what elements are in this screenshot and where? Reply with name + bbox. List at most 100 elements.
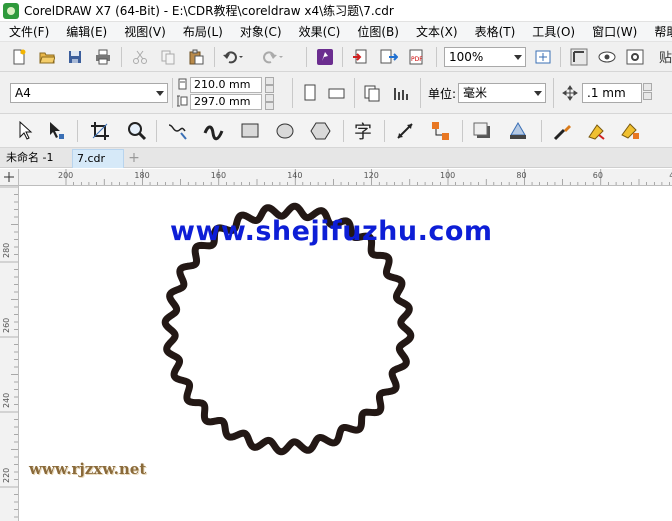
zoom-to-page-icon[interactable] bbox=[532, 46, 554, 68]
toolbar-separator bbox=[560, 47, 561, 67]
horizontal-ruler[interactable]: 200180160140120100806040 bbox=[19, 169, 672, 186]
chevron-down-icon[interactable] bbox=[514, 55, 522, 60]
drawing-canvas[interactable]: www.shejifuzhu.com www.rjzxw.net bbox=[20, 187, 672, 521]
menu-layout[interactable]: 布局(L) bbox=[174, 22, 231, 42]
menu-object[interactable]: 对象(C) bbox=[231, 22, 290, 42]
save-icon[interactable] bbox=[64, 46, 86, 68]
toolbar-separator bbox=[214, 47, 215, 67]
page-height-icon bbox=[176, 95, 188, 107]
view-eye-icon[interactable] bbox=[596, 46, 618, 68]
ruler-label: 100 bbox=[440, 171, 455, 180]
text-tool-icon[interactable]: 字 bbox=[353, 120, 375, 142]
zoom-level-combo[interactable]: 100% bbox=[444, 47, 526, 67]
watermark-text: www.shejifuzhu.com bbox=[170, 216, 493, 247]
add-tab-icon[interactable]: + bbox=[126, 149, 142, 168]
toolbar-separator bbox=[553, 78, 554, 108]
width-spin-down[interactable] bbox=[265, 85, 274, 93]
new-document-icon[interactable] bbox=[8, 46, 30, 68]
ruler-origin[interactable] bbox=[0, 169, 19, 186]
page-width-icon bbox=[178, 78, 188, 90]
smart-fill-tool-icon[interactable] bbox=[620, 120, 642, 142]
menu-bar: 文件(F) 编辑(E) 视图(V) 布局(L) 对象(C) 效果(C) 位图(B… bbox=[0, 22, 672, 42]
all-pages-icon[interactable] bbox=[361, 82, 383, 104]
toolbar-separator bbox=[541, 120, 542, 142]
interactive-fill-tool-icon[interactable] bbox=[586, 120, 608, 142]
menu-edit[interactable]: 编辑(E) bbox=[57, 22, 115, 42]
paste-icon[interactable] bbox=[185, 46, 207, 68]
crop-tool-icon[interactable] bbox=[89, 120, 111, 142]
nudge-distance-input[interactable]: .1 mm bbox=[582, 83, 642, 103]
snap-to-icon[interactable] bbox=[568, 46, 590, 68]
menu-tools[interactable]: 工具(O) bbox=[523, 22, 583, 42]
transparency-tool-icon[interactable] bbox=[507, 120, 529, 142]
undo-icon[interactable] bbox=[222, 46, 244, 68]
chevron-down-icon[interactable] bbox=[156, 91, 164, 96]
svg-text:PDF: PDF bbox=[411, 56, 423, 63]
toolbar-separator bbox=[121, 47, 122, 67]
page-size-combo[interactable]: A4 bbox=[10, 83, 168, 103]
nudge-distance-value: .1 mm bbox=[587, 86, 626, 100]
height-spin-up[interactable] bbox=[265, 94, 274, 102]
export-icon[interactable] bbox=[378, 46, 400, 68]
import-icon[interactable] bbox=[350, 46, 372, 68]
menu-text[interactable]: 文本(X) bbox=[407, 22, 466, 42]
ruler-label: 80 bbox=[516, 171, 526, 180]
document-tab-bar: 未命名 -1 7.cdr + bbox=[0, 148, 672, 168]
open-folder-icon[interactable] bbox=[36, 46, 58, 68]
coreldraw-app-icon bbox=[3, 2, 19, 19]
shape-tool-icon[interactable] bbox=[46, 120, 68, 142]
nudge-spin-up[interactable] bbox=[643, 83, 652, 91]
dimension-tool-icon[interactable] bbox=[395, 120, 417, 142]
height-spin-down[interactable] bbox=[265, 102, 274, 110]
freehand-tool-icon[interactable] bbox=[167, 120, 189, 142]
ruler-label: 120 bbox=[364, 171, 379, 180]
search-content-icon[interactable] bbox=[314, 46, 336, 68]
redo-icon[interactable] bbox=[262, 46, 284, 68]
menu-bitmaps[interactable]: 位图(B) bbox=[348, 22, 407, 42]
print-icon[interactable] bbox=[92, 46, 114, 68]
page-width-input[interactable]: 210.0 mm bbox=[190, 77, 262, 93]
launch-icon[interactable]: 贴 bbox=[655, 46, 672, 68]
artistic-media-tool-icon[interactable] bbox=[203, 120, 225, 142]
title-bar: CorelDRAW X7 (64-Bit) - E:\CDR教程\coreldr… bbox=[0, 0, 672, 22]
portrait-icon[interactable] bbox=[299, 82, 321, 104]
tab-untitled-1[interactable]: 未命名 -1 bbox=[2, 149, 57, 168]
connector-tool-icon[interactable] bbox=[430, 120, 452, 142]
menu-help[interactable]: 帮助(H) bbox=[645, 22, 672, 42]
ruler-label: 240 bbox=[2, 393, 11, 408]
nudge-spin-down[interactable] bbox=[643, 92, 652, 100]
vertical-ruler[interactable]: 280 260 240 220 bbox=[0, 186, 19, 521]
drop-shadow-tool-icon[interactable] bbox=[472, 120, 494, 142]
svg-text:贴: 贴 bbox=[659, 51, 672, 65]
standard-toolbar: PDF 100% 贴 bbox=[0, 42, 672, 72]
current-page-icon[interactable] bbox=[391, 82, 413, 104]
menu-file[interactable]: 文件(F) bbox=[0, 22, 57, 42]
landscape-icon[interactable] bbox=[326, 82, 348, 104]
chevron-down-icon[interactable] bbox=[534, 91, 542, 96]
nudge-distance-icon bbox=[559, 82, 581, 104]
eyedropper-tool-icon[interactable] bbox=[552, 120, 574, 142]
publish-pdf-icon[interactable]: PDF bbox=[406, 46, 428, 68]
pick-tool-icon[interactable] bbox=[14, 120, 36, 142]
page-height-input[interactable]: 297.0 mm bbox=[190, 94, 262, 110]
menu-view[interactable]: 视图(V) bbox=[115, 22, 174, 42]
options-icon[interactable] bbox=[624, 46, 646, 68]
ellipse-tool-icon[interactable] bbox=[275, 120, 297, 142]
menu-table[interactable]: 表格(T) bbox=[466, 22, 524, 42]
menu-effects[interactable]: 效果(C) bbox=[290, 22, 349, 42]
zoom-tool-icon[interactable] bbox=[126, 120, 148, 142]
cut-icon[interactable] bbox=[129, 46, 151, 68]
ruler-label: 160 bbox=[211, 171, 226, 180]
units-combo[interactable]: 毫米 bbox=[458, 83, 546, 103]
polygon-tool-icon[interactable] bbox=[310, 120, 332, 142]
rectangle-tool-icon[interactable] bbox=[240, 120, 262, 142]
toolbox: 字 bbox=[0, 114, 672, 148]
copy-icon[interactable] bbox=[157, 46, 179, 68]
menu-window[interactable]: 窗口(W) bbox=[583, 22, 645, 42]
ruler-label: 180 bbox=[134, 171, 149, 180]
window-title: CorelDRAW X7 (64-Bit) - E:\CDR教程\coreldr… bbox=[24, 4, 394, 18]
tab-7-cdr[interactable]: 7.cdr bbox=[72, 149, 124, 168]
units-label: 单位: bbox=[428, 87, 457, 101]
width-spin-up[interactable] bbox=[265, 77, 274, 85]
page-size-value: A4 bbox=[15, 86, 31, 100]
